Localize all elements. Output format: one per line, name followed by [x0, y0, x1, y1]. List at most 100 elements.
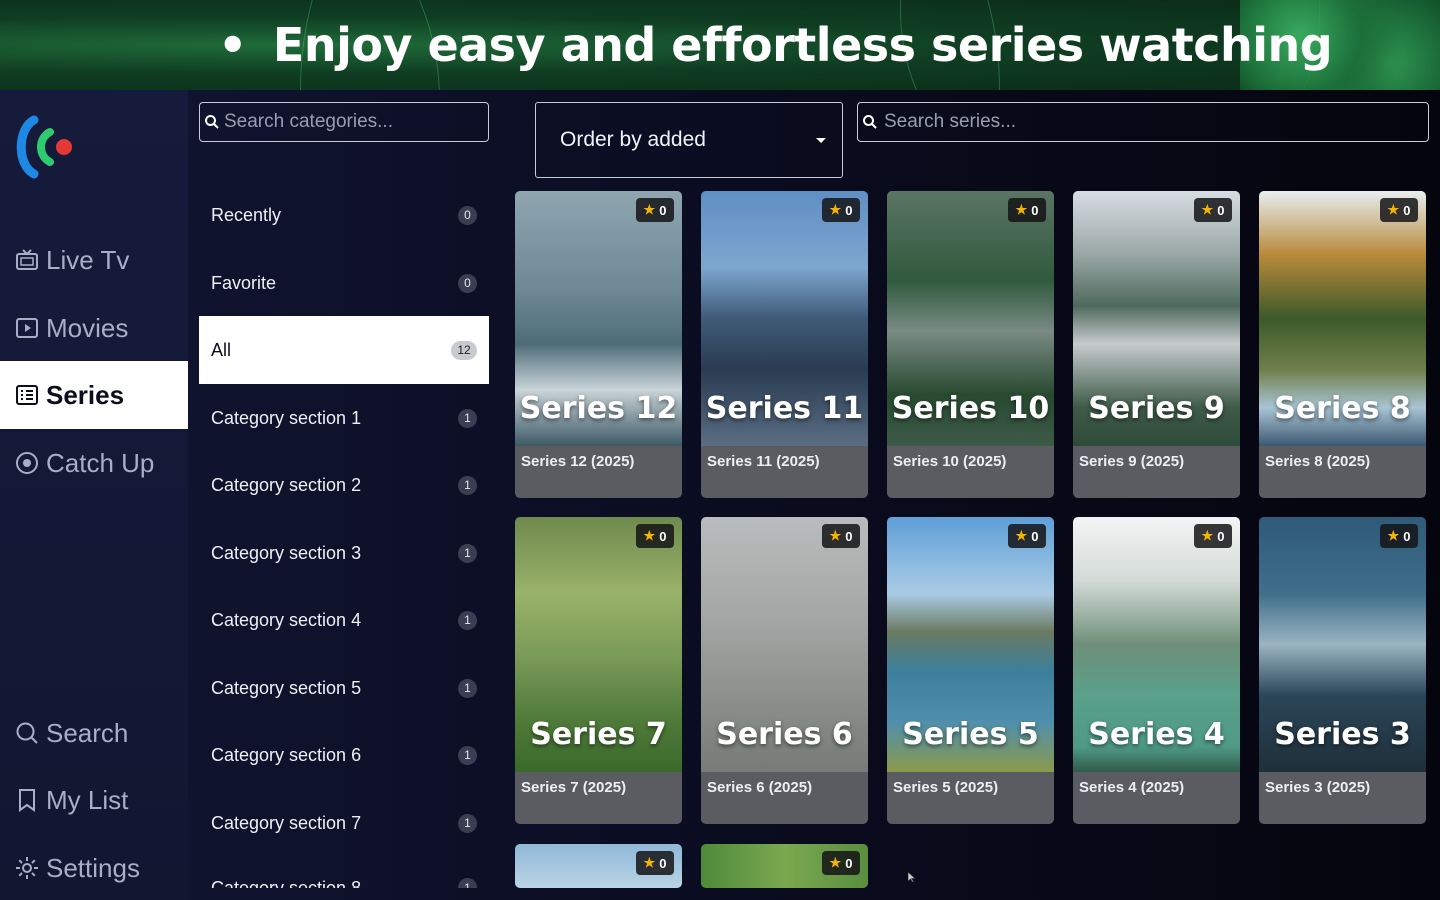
category-count-badge: 1 [458, 408, 477, 428]
banner-title: • Enjoy easy and effortless series watchi… [218, 18, 1333, 72]
star-icon: ★ [829, 855, 842, 870]
rating-value: 0 [659, 855, 667, 871]
category-item-section-4[interactable]: Category section 4 1 [199, 586, 489, 654]
series-search-input[interactable] [884, 111, 1428, 133]
star-icon: ★ [1201, 528, 1214, 543]
rating-value: 0 [1217, 528, 1225, 544]
category-item-section-1[interactable]: Category section 1 1 [199, 384, 489, 452]
series-card[interactable]: ★ 0 Series 12 Series 12 (2025) [515, 191, 682, 498]
category-count-badge: 1 [458, 878, 477, 888]
category-item-section-3[interactable]: Category section 3 1 [199, 519, 489, 587]
star-icon: ★ [829, 528, 842, 543]
star-icon: ★ [1015, 202, 1028, 217]
series-title-overlay: Series 6 [716, 717, 853, 752]
series-card[interactable]: ★ 0 [515, 844, 682, 888]
category-label: Category section 2 [211, 474, 362, 495]
series-search-box[interactable] [857, 102, 1429, 142]
tv-icon [14, 247, 40, 273]
rating-badge: ★ 0 [822, 851, 860, 875]
series-subtitle: Series 9 (2025) [1079, 453, 1185, 470]
nav-item-label: Movies [46, 312, 129, 343]
rating-value: 0 [1403, 528, 1411, 544]
category-item-all[interactable]: All 12 [199, 316, 489, 384]
category-count-badge: 1 [458, 745, 477, 765]
category-item-section-2[interactable]: Category section 2 1 [199, 451, 489, 519]
star-icon: ★ [1387, 202, 1400, 217]
rating-badge: ★ 0 [822, 524, 860, 548]
series-title-overlay: Series 9 [1088, 391, 1225, 426]
nav-item-label: My List [46, 784, 129, 815]
series-card[interactable]: ★ 0 Series 11 Series 11 (2025) [701, 191, 868, 498]
series-card[interactable]: ★ 0 Series 8 Series 8 (2025) [1259, 191, 1426, 498]
category-item-section-8[interactable]: Category section 8 1 [199, 856, 489, 888]
series-card[interactable]: ★ 0 Series 4 Series 4 (2025) [1073, 517, 1240, 824]
rating-badge: ★ 0 [822, 198, 860, 222]
nav-item-catch-up[interactable]: Catch Up [0, 429, 188, 497]
rating-badge: ★ 0 [1008, 524, 1046, 548]
series-subtitle: Series 3 (2025) [1265, 779, 1371, 796]
rating-value: 0 [659, 528, 667, 544]
category-count-badge: 1 [458, 610, 477, 630]
series-card[interactable]: ★ 0 Series 7 Series 7 (2025) [515, 517, 682, 824]
star-icon: ★ [829, 202, 842, 217]
order-dropdown[interactable]: Order by added [535, 102, 843, 178]
nav-item-series[interactable]: Series [0, 361, 188, 429]
series-subtitle: Series 8 (2025) [1265, 453, 1371, 470]
series-subtitle: Series 12 (2025) [521, 453, 635, 470]
category-count-badge: 12 [451, 340, 477, 360]
rating-badge: ★ 0 [1380, 524, 1418, 548]
rating-value: 0 [845, 528, 853, 544]
category-label: Category section 3 [211, 542, 362, 563]
series-card[interactable]: ★ 0 Series 6 Series 6 (2025) [701, 517, 868, 824]
rating-badge: ★ 0 [1194, 198, 1232, 222]
series-subtitle: Series 5 (2025) [893, 779, 999, 796]
rating-value: 0 [845, 202, 853, 218]
nav-item-my-list[interactable]: My List [0, 766, 188, 834]
rating-badge: ★ 0 [1008, 198, 1046, 222]
category-label: Category section 8 [211, 878, 362, 888]
rating-badge: ★ 0 [636, 851, 674, 875]
category-label: Category section 7 [211, 812, 362, 833]
category-count-badge: 1 [458, 813, 477, 833]
category-item-section-6[interactable]: Category section 6 1 [199, 721, 489, 789]
series-card[interactable]: ★ 0 Series 10 Series 10 (2025) [887, 191, 1054, 498]
category-label: Recently [211, 204, 282, 225]
rating-value: 0 [845, 855, 853, 871]
nav-item-label: Search [46, 717, 129, 748]
star-icon: ★ [1201, 202, 1214, 217]
rating-badge: ★ 0 [636, 198, 674, 222]
category-item-section-7[interactable]: Category section 7 1 [199, 789, 489, 857]
nav-item-movies[interactable]: Movies [0, 294, 188, 362]
category-label: Category section 5 [211, 677, 362, 698]
category-search-input[interactable] [224, 111, 488, 133]
category-count-badge: 0 [458, 205, 477, 225]
series-card[interactable]: ★ 0 Series 3 Series 3 (2025) [1259, 517, 1426, 824]
series-title-overlay: Series 5 [902, 717, 1039, 752]
category-item-section-5[interactable]: Category section 5 1 [199, 654, 489, 722]
category-search-box[interactable] [199, 102, 489, 142]
category-count-badge: 1 [458, 678, 477, 698]
rating-value: 0 [1031, 528, 1039, 544]
play-square-icon [14, 315, 40, 341]
series-title-overlay: Series 12 [519, 391, 678, 426]
star-icon: ★ [643, 855, 656, 870]
series-card[interactable]: ★ 0 Series 5 Series 5 (2025) [887, 517, 1054, 824]
rating-badge: ★ 0 [636, 524, 674, 548]
rating-badge: ★ 0 [1380, 198, 1418, 222]
nav-item-search[interactable]: Search [0, 699, 188, 767]
app-window: Live Tv Movies Series Catch Up Search My… [0, 90, 1440, 900]
category-label: All [211, 339, 232, 360]
series-card[interactable]: ★ 0 Series 9 Series 9 (2025) [1073, 191, 1240, 498]
rating-value: 0 [1217, 202, 1225, 218]
category-item-favorite[interactable]: Favorite 0 [199, 249, 489, 317]
rating-value: 0 [659, 202, 667, 218]
nav-item-label: Live Tv [46, 244, 130, 275]
search-icon [862, 114, 878, 130]
nav-item-live-tv[interactable]: Live Tv [0, 226, 188, 294]
series-title-overlay: Series 7 [530, 717, 667, 752]
star-icon: ★ [1015, 528, 1028, 543]
series-title-overlay: Series 3 [1274, 717, 1411, 752]
nav-item-settings[interactable]: Settings [0, 834, 188, 900]
category-item-recently[interactable]: Recently 0 [199, 181, 489, 249]
series-card[interactable]: ★ 0 [701, 844, 868, 888]
